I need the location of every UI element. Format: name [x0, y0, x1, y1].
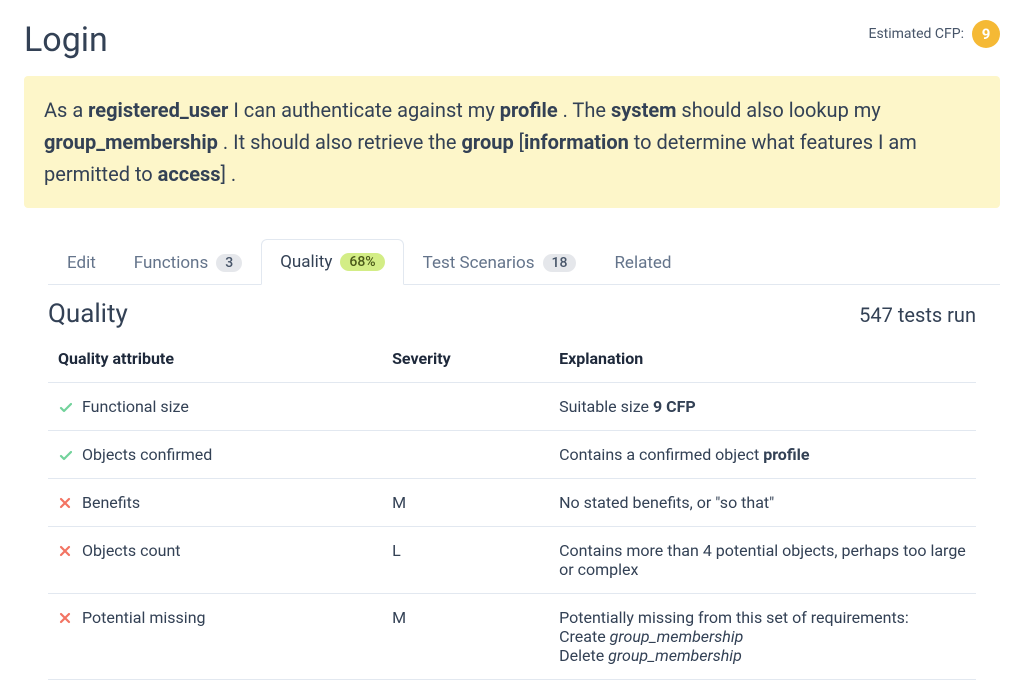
- quality-attribute-name: Objects confirmed: [82, 445, 212, 464]
- quality-table: Quality attribute Severity Explanation F…: [48, 337, 976, 680]
- estimated-cfp: Estimated CFP: 9: [868, 20, 1000, 48]
- tab-badge: 68%: [340, 253, 384, 271]
- tab-related[interactable]: Related: [595, 239, 690, 285]
- severity-value: M: [382, 479, 549, 527]
- tab-label: Functions: [134, 253, 208, 273]
- quality-attribute-name: Potential missing: [82, 608, 206, 627]
- table-row: Objects count LContains more than 4 poten…: [48, 527, 976, 594]
- quality-attribute-name: Benefits: [82, 493, 140, 512]
- quality-section-title: Quality: [48, 299, 128, 329]
- col-header-explanation: Explanation: [549, 337, 976, 383]
- tab-quality[interactable]: Quality 68%: [261, 239, 403, 285]
- col-header-attribute: Quality attribute: [48, 337, 382, 383]
- col-header-severity: Severity: [382, 337, 549, 383]
- explanation-cell: Suitable size 9 CFP: [549, 383, 976, 431]
- quality-section-header: Quality 547 tests run: [48, 299, 976, 329]
- tab-label: Related: [614, 253, 671, 273]
- explanation-cell: No stated benefits, or "so that": [549, 479, 976, 527]
- explanation-cell: Contains more than 4 potential objects, …: [549, 527, 976, 594]
- quality-attribute-name: Functional size: [82, 397, 189, 416]
- severity-value: [382, 383, 549, 431]
- table-row: Objects confirmed Contains a confirmed ob…: [48, 431, 976, 479]
- tab-badge: 3: [216, 254, 242, 272]
- tab-label: Edit: [67, 253, 96, 273]
- severity-value: M: [382, 594, 549, 680]
- table-row: Functional size Suitable size 9 CFP: [48, 383, 976, 431]
- user-story-block: As a registered_user I can authenticate …: [24, 76, 1000, 208]
- explanation-cell: Contains a confirmed object profile: [549, 431, 976, 479]
- cross-icon: [58, 611, 72, 625]
- quality-attribute-name: Objects count: [82, 541, 181, 560]
- estimated-cfp-label: Estimated CFP:: [868, 26, 964, 42]
- page-header: Login Estimated CFP: 9: [24, 20, 1000, 60]
- tab-label: Quality: [280, 252, 332, 272]
- check-icon: [58, 400, 72, 414]
- tab-badge: 18: [543, 254, 577, 272]
- cfp-badge: 9: [972, 20, 1000, 48]
- check-icon: [58, 448, 72, 462]
- severity-value: L: [382, 527, 549, 594]
- cross-icon: [58, 496, 72, 510]
- tab-edit[interactable]: Edit: [48, 239, 115, 285]
- tab-bar: Edit Functions 3 Quality 68% Test Scenarios 18…: [48, 238, 1000, 285]
- explanation-cell: Potentially missing from this set of req…: [549, 594, 976, 680]
- tab-functions[interactable]: Functions 3: [115, 239, 261, 285]
- tests-run-count: 547 tests run: [859, 303, 976, 327]
- cross-icon: [58, 544, 72, 558]
- tab-label: Test Scenarios: [423, 253, 535, 273]
- severity-value: [382, 431, 549, 479]
- page-title: Login: [24, 20, 108, 60]
- tab-test-scenarios[interactable]: Test Scenarios 18: [404, 239, 596, 285]
- table-row: Potential missing MPotentially missing fr…: [48, 594, 976, 680]
- table-row: Benefits MNo stated benefits, or "so that…: [48, 479, 976, 527]
